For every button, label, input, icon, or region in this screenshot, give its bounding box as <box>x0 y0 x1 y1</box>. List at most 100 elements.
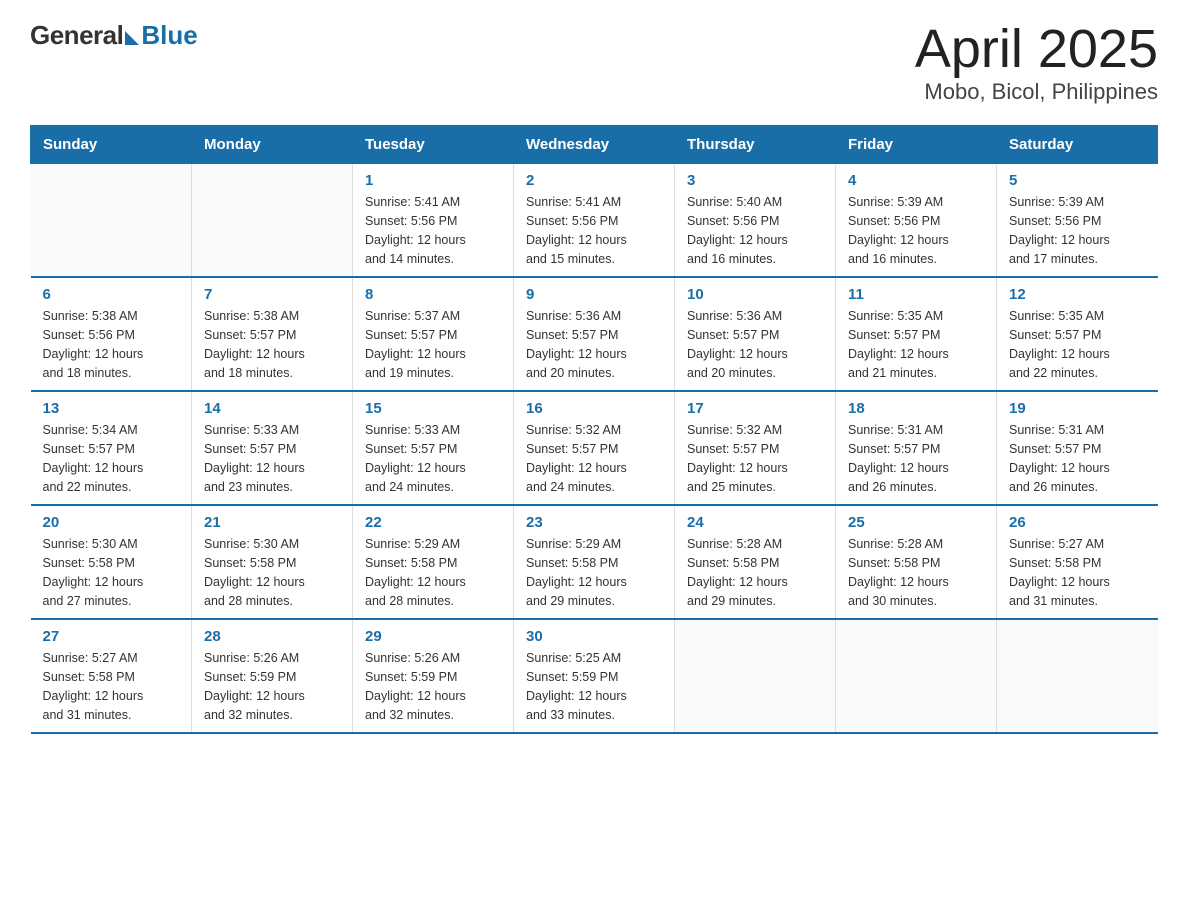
day-info: Sunrise: 5:35 AMSunset: 5:57 PMDaylight:… <box>848 307 984 382</box>
calendar-cell: 16Sunrise: 5:32 AMSunset: 5:57 PMDayligh… <box>514 391 675 505</box>
day-number: 20 <box>43 514 180 531</box>
calendar-cell: 26Sunrise: 5:27 AMSunset: 5:58 PMDayligh… <box>997 505 1158 619</box>
day-number: 16 <box>526 400 662 417</box>
day-info: Sunrise: 5:33 AMSunset: 5:57 PMDaylight:… <box>204 421 340 496</box>
day-number: 29 <box>365 628 501 645</box>
column-header-thursday: Thursday <box>675 126 836 164</box>
column-header-tuesday: Tuesday <box>353 126 514 164</box>
day-info: Sunrise: 5:36 AMSunset: 5:57 PMDaylight:… <box>687 307 823 382</box>
calendar-cell: 5 Sunrise: 5:39 AMSunset: 5:56 PMDaylight… <box>997 164 1158 278</box>
day-info: Sunrise: 5:26 AMSunset: 5:59 PMDaylight:… <box>204 649 340 724</box>
day-number: 22 <box>365 514 501 531</box>
day-number: 14 <box>204 400 340 417</box>
day-info: Sunrise: 5:26 AMSunset: 5:59 PMDaylight:… <box>365 649 501 724</box>
day-number: 24 <box>687 514 823 531</box>
day-number: 3 <box>687 172 823 189</box>
calendar-cell: 6 Sunrise: 5:38 AMSunset: 5:56 PMDaylight… <box>31 277 192 391</box>
day-info: Sunrise: 5:38 AMSunset: 5:56 PMDaylight:… <box>43 307 180 382</box>
day-number: 23 <box>526 514 662 531</box>
calendar-cell: 2 Sunrise: 5:41 AMSunset: 5:56 PMDaylight… <box>514 164 675 278</box>
day-number: 12 <box>1009 286 1146 303</box>
day-info: Sunrise: 5:35 AMSunset: 5:57 PMDaylight:… <box>1009 307 1146 382</box>
calendar-header-row: SundayMondayTuesdayWednesdayThursdayFrid… <box>31 126 1158 164</box>
calendar-cell: 7 Sunrise: 5:38 AMSunset: 5:57 PMDaylight… <box>192 277 353 391</box>
day-info: Sunrise: 5:27 AMSunset: 5:58 PMDaylight:… <box>1009 535 1146 610</box>
logo-general-text: General <box>30 20 123 51</box>
calendar-cell: 14 Sunrise: 5:33 AMSunset: 5:57 PMDayligh… <box>192 391 353 505</box>
calendar-cell: 10 Sunrise: 5:36 AMSunset: 5:57 PMDayligh… <box>675 277 836 391</box>
calendar-cell: 3 Sunrise: 5:40 AMSunset: 5:56 PMDaylight… <box>675 164 836 278</box>
day-info: Sunrise: 5:28 AMSunset: 5:58 PMDaylight:… <box>687 535 823 610</box>
day-info: Sunrise: 5:40 AMSunset: 5:56 PMDaylight:… <box>687 193 823 268</box>
day-number: 30 <box>526 628 662 645</box>
day-info: Sunrise: 5:32 AMSunset: 5:57 PMDaylight:… <box>687 421 823 496</box>
column-header-saturday: Saturday <box>997 126 1158 164</box>
day-info: Sunrise: 5:41 AMSunset: 5:56 PMDaylight:… <box>365 193 501 268</box>
day-info: Sunrise: 5:41 AMSunset: 5:56 PMDaylight:… <box>526 193 662 268</box>
calendar-cell: 23 Sunrise: 5:29 AMSunset: 5:58 PMDayligh… <box>514 505 675 619</box>
day-info: Sunrise: 5:38 AMSunset: 5:57 PMDaylight:… <box>204 307 340 382</box>
column-header-monday: Monday <box>192 126 353 164</box>
calendar-cell: 24 Sunrise: 5:28 AMSunset: 5:58 PMDayligh… <box>675 505 836 619</box>
day-number: 2 <box>526 172 662 189</box>
day-number: 15 <box>365 400 501 417</box>
title-block: April 2025 Mobo, Bicol, Philippines <box>915 20 1158 105</box>
calendar-table: SundayMondayTuesdayWednesdayThursdayFrid… <box>30 125 1158 734</box>
calendar-cell <box>192 164 353 278</box>
day-info: Sunrise: 5:36 AMSunset: 5:57 PMDaylight:… <box>526 307 662 382</box>
calendar-cell: 25 Sunrise: 5:28 AMSunset: 5:58 PMDayligh… <box>836 505 997 619</box>
day-info: Sunrise: 5:31 AMSunset: 5:57 PMDaylight:… <box>1009 421 1146 496</box>
day-number: 25 <box>848 514 984 531</box>
column-header-friday: Friday <box>836 126 997 164</box>
day-info: Sunrise: 5:25 AMSunset: 5:59 PMDaylight:… <box>526 649 662 724</box>
day-info: Sunrise: 5:31 AMSunset: 5:57 PMDaylight:… <box>848 421 984 496</box>
calendar-cell: 19 Sunrise: 5:31 AMSunset: 5:57 PMDayligh… <box>997 391 1158 505</box>
day-info: Sunrise: 5:28 AMSunset: 5:58 PMDaylight:… <box>848 535 984 610</box>
logo: General Blue <box>30 20 198 51</box>
day-number: 13 <box>43 400 180 417</box>
calendar-cell: 13 Sunrise: 5:34 AMSunset: 5:57 PMDayligh… <box>31 391 192 505</box>
day-number: 6 <box>43 286 180 303</box>
calendar-cell <box>997 619 1158 733</box>
day-number: 9 <box>526 286 662 303</box>
calendar-cell: 22Sunrise: 5:29 AMSunset: 5:58 PMDayligh… <box>353 505 514 619</box>
week-row-4: 20 Sunrise: 5:30 AMSunset: 5:58 PMDayligh… <box>31 505 1158 619</box>
logo-blue-text: Blue <box>141 20 197 51</box>
calendar-cell: 21 Sunrise: 5:30 AMSunset: 5:58 PMDayligh… <box>192 505 353 619</box>
day-info: Sunrise: 5:34 AMSunset: 5:57 PMDaylight:… <box>43 421 180 496</box>
day-info: Sunrise: 5:33 AMSunset: 5:57 PMDaylight:… <box>365 421 501 496</box>
week-row-5: 27Sunrise: 5:27 AMSunset: 5:58 PMDayligh… <box>31 619 1158 733</box>
day-number: 21 <box>204 514 340 531</box>
day-number: 10 <box>687 286 823 303</box>
day-info: Sunrise: 5:30 AMSunset: 5:58 PMDaylight:… <box>204 535 340 610</box>
day-info: Sunrise: 5:39 AMSunset: 5:56 PMDaylight:… <box>848 193 984 268</box>
calendar-cell <box>675 619 836 733</box>
day-number: 17 <box>687 400 823 417</box>
calendar-cell: 28 Sunrise: 5:26 AMSunset: 5:59 PMDayligh… <box>192 619 353 733</box>
location-subtitle: Mobo, Bicol, Philippines <box>915 79 1158 105</box>
calendar-cell: 18Sunrise: 5:31 AMSunset: 5:57 PMDayligh… <box>836 391 997 505</box>
calendar-cell: 27Sunrise: 5:27 AMSunset: 5:58 PMDayligh… <box>31 619 192 733</box>
calendar-cell: 9 Sunrise: 5:36 AMSunset: 5:57 PMDaylight… <box>514 277 675 391</box>
week-row-2: 6 Sunrise: 5:38 AMSunset: 5:56 PMDaylight… <box>31 277 1158 391</box>
day-number: 1 <box>365 172 501 189</box>
calendar-cell: 30 Sunrise: 5:25 AMSunset: 5:59 PMDayligh… <box>514 619 675 733</box>
week-row-3: 13 Sunrise: 5:34 AMSunset: 5:57 PMDayligh… <box>31 391 1158 505</box>
calendar-cell: 4 Sunrise: 5:39 AMSunset: 5:56 PMDaylight… <box>836 164 997 278</box>
day-info: Sunrise: 5:29 AMSunset: 5:58 PMDaylight:… <box>526 535 662 610</box>
day-number: 5 <box>1009 172 1146 189</box>
page-header: General Blue April 2025 Mobo, Bicol, Phi… <box>30 20 1158 105</box>
day-number: 7 <box>204 286 340 303</box>
day-number: 28 <box>204 628 340 645</box>
day-number: 19 <box>1009 400 1146 417</box>
calendar-cell: 29 Sunrise: 5:26 AMSunset: 5:59 PMDayligh… <box>353 619 514 733</box>
calendar-cell: 11 Sunrise: 5:35 AMSunset: 5:57 PMDayligh… <box>836 277 997 391</box>
day-number: 11 <box>848 286 984 303</box>
calendar-cell <box>836 619 997 733</box>
day-info: Sunrise: 5:27 AMSunset: 5:58 PMDaylight:… <box>43 649 180 724</box>
calendar-cell <box>31 164 192 278</box>
day-info: Sunrise: 5:39 AMSunset: 5:56 PMDaylight:… <box>1009 193 1146 268</box>
calendar-title: April 2025 <box>915 20 1158 79</box>
calendar-cell: 12 Sunrise: 5:35 AMSunset: 5:57 PMDayligh… <box>997 277 1158 391</box>
day-number: 4 <box>848 172 984 189</box>
